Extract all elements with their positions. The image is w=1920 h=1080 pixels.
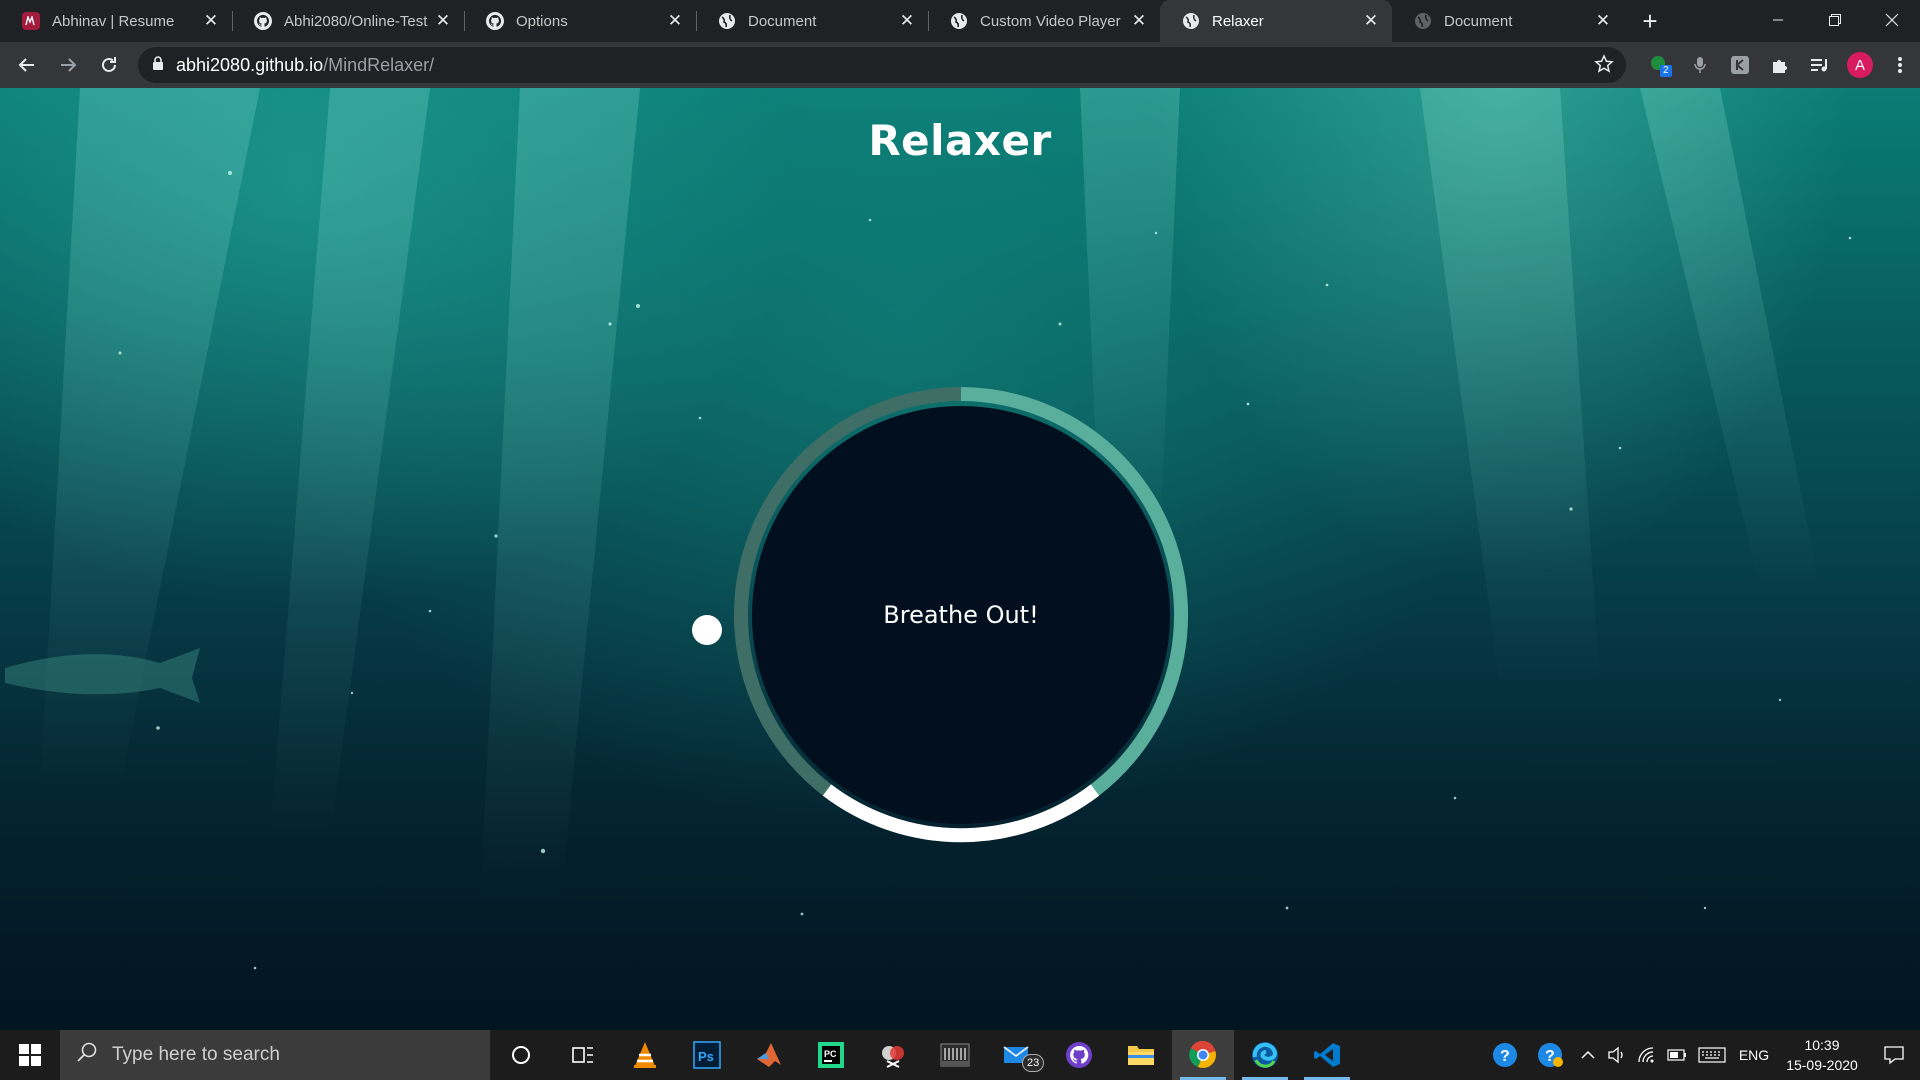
back-icon[interactable] xyxy=(7,45,47,85)
cortana-icon[interactable] xyxy=(490,1030,552,1080)
input-language[interactable]: ENG xyxy=(1732,1030,1776,1080)
profile-avatar[interactable]: A xyxy=(1840,45,1880,85)
tab-strip: Abhinav | Resume ✕ Abhi2080/Online-Test … xyxy=(0,0,1920,42)
music-app-icon[interactable] xyxy=(924,1030,986,1080)
tab-title: Document xyxy=(748,12,817,30)
clock[interactable]: 10:39 15-09-2020 xyxy=(1776,1030,1868,1080)
tab-resume[interactable]: Abhinav | Resume ✕ xyxy=(0,0,232,42)
extension-green-icon[interactable]: 2 xyxy=(1640,45,1680,85)
browser-toolbar: abhi2080.github.io/MindRelaxer/ 2 A xyxy=(0,42,1920,88)
windows-taskbar: Type here to search Ps PC 23 ? ? ENG 10:… xyxy=(0,1030,1920,1080)
show-hidden-icons-icon[interactable] xyxy=(1574,1030,1602,1080)
file-explorer-icon[interactable] xyxy=(1110,1030,1172,1080)
photoshop-icon[interactable]: Ps xyxy=(676,1030,738,1080)
close-tab-icon[interactable]: ✕ xyxy=(1594,12,1612,30)
tab-github-online-test[interactable]: Abhi2080/Online-Test ✕ xyxy=(232,0,464,42)
bookmark-star-icon[interactable] xyxy=(1594,54,1614,79)
forward-icon[interactable] xyxy=(48,45,88,85)
close-tab-icon[interactable]: ✕ xyxy=(1362,12,1380,30)
breathing-circle: Breathe Out! xyxy=(730,384,1192,846)
new-tab-button[interactable]: + xyxy=(1632,0,1668,42)
resume-favicon-icon xyxy=(22,12,40,30)
tab-custom-video-player[interactable]: Custom Video Player ✕ xyxy=(928,0,1160,42)
relaxer-page: Relaxer Breathe Out! xyxy=(0,88,1920,1030)
taskbar-search-input[interactable]: Type here to search xyxy=(60,1030,490,1080)
svg-text:PC: PC xyxy=(824,1049,837,1059)
github-desktop-icon[interactable] xyxy=(1048,1030,1110,1080)
mail-icon[interactable]: 23 xyxy=(986,1030,1048,1080)
matlab-icon[interactable] xyxy=(738,1030,800,1080)
mail-badge: 23 xyxy=(1022,1054,1045,1072)
extension-k-icon[interactable] xyxy=(1720,45,1760,85)
touch-keyboard-icon[interactable] xyxy=(1692,1030,1732,1080)
extensions-area: 2 A xyxy=(1640,42,1920,88)
breath-instruction: Breathe Out! xyxy=(883,601,1039,629)
chrome-icon[interactable] xyxy=(1172,1030,1234,1080)
search-placeholder: Type here to search xyxy=(112,1044,280,1065)
globe-icon xyxy=(950,12,968,30)
globe-icon xyxy=(1182,12,1200,30)
window-controls xyxy=(1749,0,1920,40)
extensions-puzzle-icon[interactable] xyxy=(1760,45,1800,85)
tab-document[interactable]: Document ✕ xyxy=(696,0,928,42)
clock-date: 15-09-2020 xyxy=(1786,1057,1858,1073)
network-icon[interactable] xyxy=(1632,1030,1662,1080)
breathing-pointer xyxy=(692,615,722,645)
windows-start-icon[interactable] xyxy=(0,1030,60,1080)
tab-title: Relaxer xyxy=(1212,12,1264,30)
tab-relaxer[interactable]: Relaxer ✕ xyxy=(1160,0,1392,42)
extension-badge: 2 xyxy=(1660,65,1672,77)
tab-title: Abhi2080/Online-Test xyxy=(284,12,428,30)
vscode-icon[interactable] xyxy=(1296,1030,1358,1080)
edge-icon[interactable] xyxy=(1234,1030,1296,1080)
tab-document-2[interactable]: Document ✕ xyxy=(1392,0,1624,42)
extension-mic-icon[interactable] xyxy=(1680,45,1720,85)
system-tray: ? ? ENG 10:39 15-09-2020 xyxy=(1482,1030,1920,1080)
notification-center-icon[interactable] xyxy=(1868,1030,1920,1080)
profile-initial: A xyxy=(1847,52,1873,78)
tab-options[interactable]: Options ✕ xyxy=(464,0,696,42)
inner-circle: Breathe Out! xyxy=(752,406,1170,824)
address-bar[interactable]: abhi2080.github.io/MindRelaxer/ xyxy=(138,47,1626,83)
close-tab-icon[interactable]: ✕ xyxy=(434,12,452,30)
svg-text:Ps: Ps xyxy=(698,1049,714,1064)
vlc-icon[interactable] xyxy=(614,1030,676,1080)
tab-title: Abhinav | Resume xyxy=(52,12,175,30)
menu-kebab-icon[interactable] xyxy=(1880,45,1920,85)
lock-icon[interactable] xyxy=(152,55,164,76)
help-warning-icon[interactable]: ? xyxy=(1528,1030,1574,1080)
url-path: /MindRelaxer/ xyxy=(323,54,435,75)
battery-icon[interactable] xyxy=(1662,1030,1692,1080)
close-window-icon[interactable] xyxy=(1863,0,1920,40)
svg-text:?: ? xyxy=(1500,1048,1510,1065)
globe-icon xyxy=(1414,12,1432,30)
media-control-icon[interactable] xyxy=(1800,45,1840,85)
snipping-tool-icon[interactable] xyxy=(862,1030,924,1080)
url-host: abhi2080.github.io xyxy=(176,54,324,75)
task-view-icon[interactable] xyxy=(552,1030,614,1080)
clock-time: 10:39 xyxy=(1804,1037,1840,1053)
close-tab-icon[interactable]: ✕ xyxy=(898,12,916,30)
close-tab-icon[interactable]: ✕ xyxy=(1130,12,1148,30)
close-tab-icon[interactable]: ✕ xyxy=(202,12,220,30)
reload-icon[interactable] xyxy=(89,45,129,85)
github-icon xyxy=(254,12,272,30)
volume-icon[interactable] xyxy=(1602,1030,1632,1080)
page-title: Relaxer xyxy=(868,116,1052,165)
close-tab-icon[interactable]: ✕ xyxy=(666,12,684,30)
pycharm-icon[interactable]: PC xyxy=(800,1030,862,1080)
help-icon[interactable]: ? xyxy=(1482,1030,1528,1080)
tab-title: Custom Video Player xyxy=(980,12,1121,30)
restore-icon[interactable] xyxy=(1806,0,1863,40)
search-icon xyxy=(76,1041,98,1069)
globe-icon xyxy=(718,12,736,30)
github-icon xyxy=(486,12,504,30)
minimize-icon[interactable] xyxy=(1749,0,1806,40)
tab-title: Options xyxy=(516,12,568,30)
tab-title: Document xyxy=(1444,12,1513,30)
